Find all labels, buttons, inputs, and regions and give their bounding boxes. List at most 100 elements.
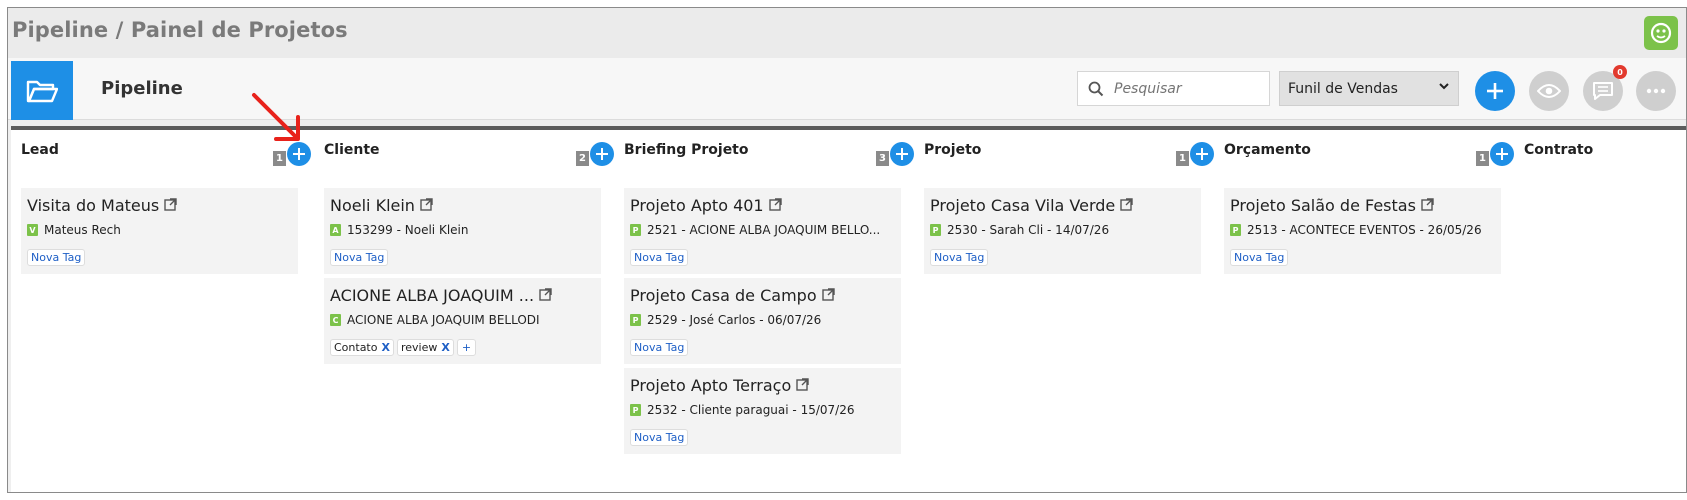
pipeline-card[interactable]: Noeli Klein A 153299 - Noeli Klein Nova Tag (324, 188, 601, 274)
new-tag-button[interactable]: Nova Tag (330, 249, 389, 266)
plus-icon (1496, 148, 1508, 160)
add-button[interactable] (1475, 71, 1515, 111)
external-link-icon[interactable] (768, 196, 782, 215)
column-count-badge: 1 (1476, 151, 1489, 166)
external-link-icon[interactable] (164, 196, 177, 215)
card-tags: Contato Xreview X + (330, 339, 477, 356)
card-title[interactable]: Projeto Casa Vila Verde (930, 196, 1133, 215)
card-subtitle-text: 2532 - Cliente paraguai - 15/07/26 (647, 403, 855, 417)
card-title-text: Visita do Mateus (27, 196, 160, 215)
card-type-badge: P (930, 224, 941, 236)
external-link-icon[interactable] (539, 286, 552, 305)
card-subtitle-text: 2513 - ACONTECE EVENTOS - 26/05/26 (1247, 223, 1482, 237)
new-tag-button[interactable]: Nova Tag (930, 249, 989, 266)
external-link-icon[interactable] (1421, 196, 1434, 215)
tag-label: review (400, 341, 438, 354)
card-tags: Nova Tag (930, 249, 989, 266)
card-subtitle: C ACIONE ALBA JOAQUIM BELLODI (330, 313, 540, 327)
external-link-icon[interactable] (796, 376, 809, 395)
add-card-button[interactable] (1190, 142, 1214, 166)
pipeline-card[interactable]: Visita do Mateus V Mateus Rech Nova Tag (21, 188, 298, 274)
tag-remove-button[interactable]: X (381, 341, 389, 354)
funnel-select-value: Funil de Vendas (1288, 80, 1398, 97)
pipeline-card[interactable]: Projeto Casa de Campo P 2529 - José Carlos… (624, 278, 901, 364)
card-subtitle: A 153299 - Noeli Klein (330, 223, 468, 237)
chat-icon (1593, 82, 1613, 100)
column-title: Contrato (1524, 142, 1594, 158)
card-tags: Nova Tag (1230, 249, 1289, 266)
card-title[interactable]: Projeto Casa de Campo (630, 286, 835, 305)
card-tags: Nova Tag (27, 249, 86, 266)
card-tags: Nova Tag (630, 339, 689, 356)
pipeline-card[interactable]: Projeto Apto Terraço P 2532 - Cliente para… (624, 368, 901, 454)
view-button[interactable] (1529, 71, 1569, 111)
external-link-icon[interactable] (821, 286, 835, 305)
funnel-select[interactable]: Funil de Vendas (1279, 71, 1459, 106)
green-face-icon[interactable] (1644, 16, 1678, 50)
folder-open-icon[interactable] (11, 61, 73, 120)
pipeline-card[interactable]: Projeto Salão de Festas P 2513 - ACONTECE … (1224, 188, 1501, 274)
column-5: Contrato (1514, 126, 1686, 492)
pipeline-card[interactable]: ACIONE ALBA JOAQUIM ... C ACIONE ALBA JOAQ… (324, 278, 601, 364)
card-title[interactable]: Projeto Apto 401 (630, 196, 782, 215)
card-subtitle-text: 153299 - Noeli Klein (347, 223, 469, 237)
top-bar: Pipeline / Painel de Projetos (8, 8, 1686, 58)
pipeline-card[interactable]: Projeto Apto 401 P 2521 - ACIONE ALBA JOAQ… (624, 188, 901, 274)
card-title-text: Projeto Casa Vila Verde (930, 196, 1116, 215)
column-count-badge: 2 (576, 151, 589, 166)
new-tag-button[interactable]: Nova Tag (27, 249, 86, 266)
new-tag-button[interactable]: Nova Tag (630, 339, 689, 356)
card-title-text: Noeli Klein (330, 196, 415, 215)
column-title: Cliente (324, 142, 380, 158)
column-4: Orçamento 1 Projeto Salão de Festas P 2513 -… (1214, 126, 1524, 492)
card-subtitle-text: ACIONE ALBA JOAQUIM BELLODI (347, 313, 540, 327)
pipeline-card[interactable]: Projeto Casa Vila Verde P 2530 - Sarah Cli… (924, 188, 1201, 274)
add-card-button[interactable] (890, 142, 914, 166)
tag-remove-button[interactable]: X (441, 341, 449, 354)
card-title-text: Projeto Apto 401 (630, 196, 764, 215)
search-icon (1078, 81, 1114, 97)
column-title: Briefing Projeto (624, 142, 749, 158)
card-subtitle-text: Mateus Rech (44, 223, 121, 237)
external-link-icon[interactable] (420, 196, 433, 215)
card-subtitle-text: 2530 - Sarah Cli - 14/07/26 (947, 223, 1110, 237)
search-input[interactable] (1114, 80, 1264, 97)
search-box[interactable] (1077, 71, 1270, 106)
card-subtitle-text: 2529 - José Carlos - 06/07/26 (647, 313, 822, 327)
more-button[interactable] (1636, 71, 1676, 111)
card-subtitle: P 2529 - José Carlos - 06/07/26 (630, 313, 821, 327)
plus-icon (1196, 148, 1208, 160)
card-subtitle: V Mateus Rech (27, 223, 121, 237)
plus-icon (896, 148, 908, 160)
add-card-button[interactable] (1490, 142, 1514, 166)
card-title[interactable]: ACIONE ALBA JOAQUIM ... (330, 286, 552, 305)
notification-badge: 0 (1613, 65, 1627, 79)
add-tag-button[interactable]: + (456, 339, 477, 356)
red-arrow-annotation (252, 93, 300, 141)
kanban-board: Lead 1 Visita do Mateus V Mateus Rech Nova Ta… (8, 120, 1686, 492)
chevron-down-icon (1438, 80, 1450, 96)
card-title-text: Projeto Salão de Festas (1230, 196, 1416, 215)
plus-icon (1487, 83, 1503, 99)
card-title[interactable]: Projeto Salão de Festas (1230, 196, 1434, 215)
card-subtitle: P 2530 - Sarah Cli - 14/07/26 (930, 223, 1109, 237)
card-title[interactable]: Projeto Apto Terraço (630, 376, 809, 395)
column-0: Lead 1 Visita do Mateus V Mateus Rech Nova Ta… (11, 126, 321, 492)
new-tag-button[interactable]: Nova Tag (630, 249, 689, 266)
add-card-button[interactable] (590, 142, 614, 166)
new-tag-button[interactable]: Nova Tag (630, 429, 689, 446)
messages-button[interactable]: 0 (1583, 65, 1627, 111)
app-title: Pipeline / Painel de Projetos (12, 18, 348, 42)
column-count-badge: 3 (876, 151, 889, 166)
card-subtitle-text: 2521 - ACIONE ALBA JOAQUIM BELLO... (647, 223, 881, 237)
card-title[interactable]: Noeli Klein (330, 196, 433, 215)
more-dots-icon (1646, 88, 1666, 94)
card-subtitle: P 2513 - ACONTECE EVENTOS - 26/05/26 (1230, 223, 1482, 237)
new-tag-button[interactable]: Nova Tag (1230, 249, 1289, 266)
card-tags: Nova Tag (330, 249, 389, 266)
external-link-icon[interactable] (1120, 196, 1133, 215)
column-count-badge: 1 (273, 151, 286, 166)
card-title[interactable]: Visita do Mateus (27, 196, 177, 215)
page-title: Pipeline (101, 78, 183, 99)
column-count-badge: 1 (1176, 151, 1189, 166)
